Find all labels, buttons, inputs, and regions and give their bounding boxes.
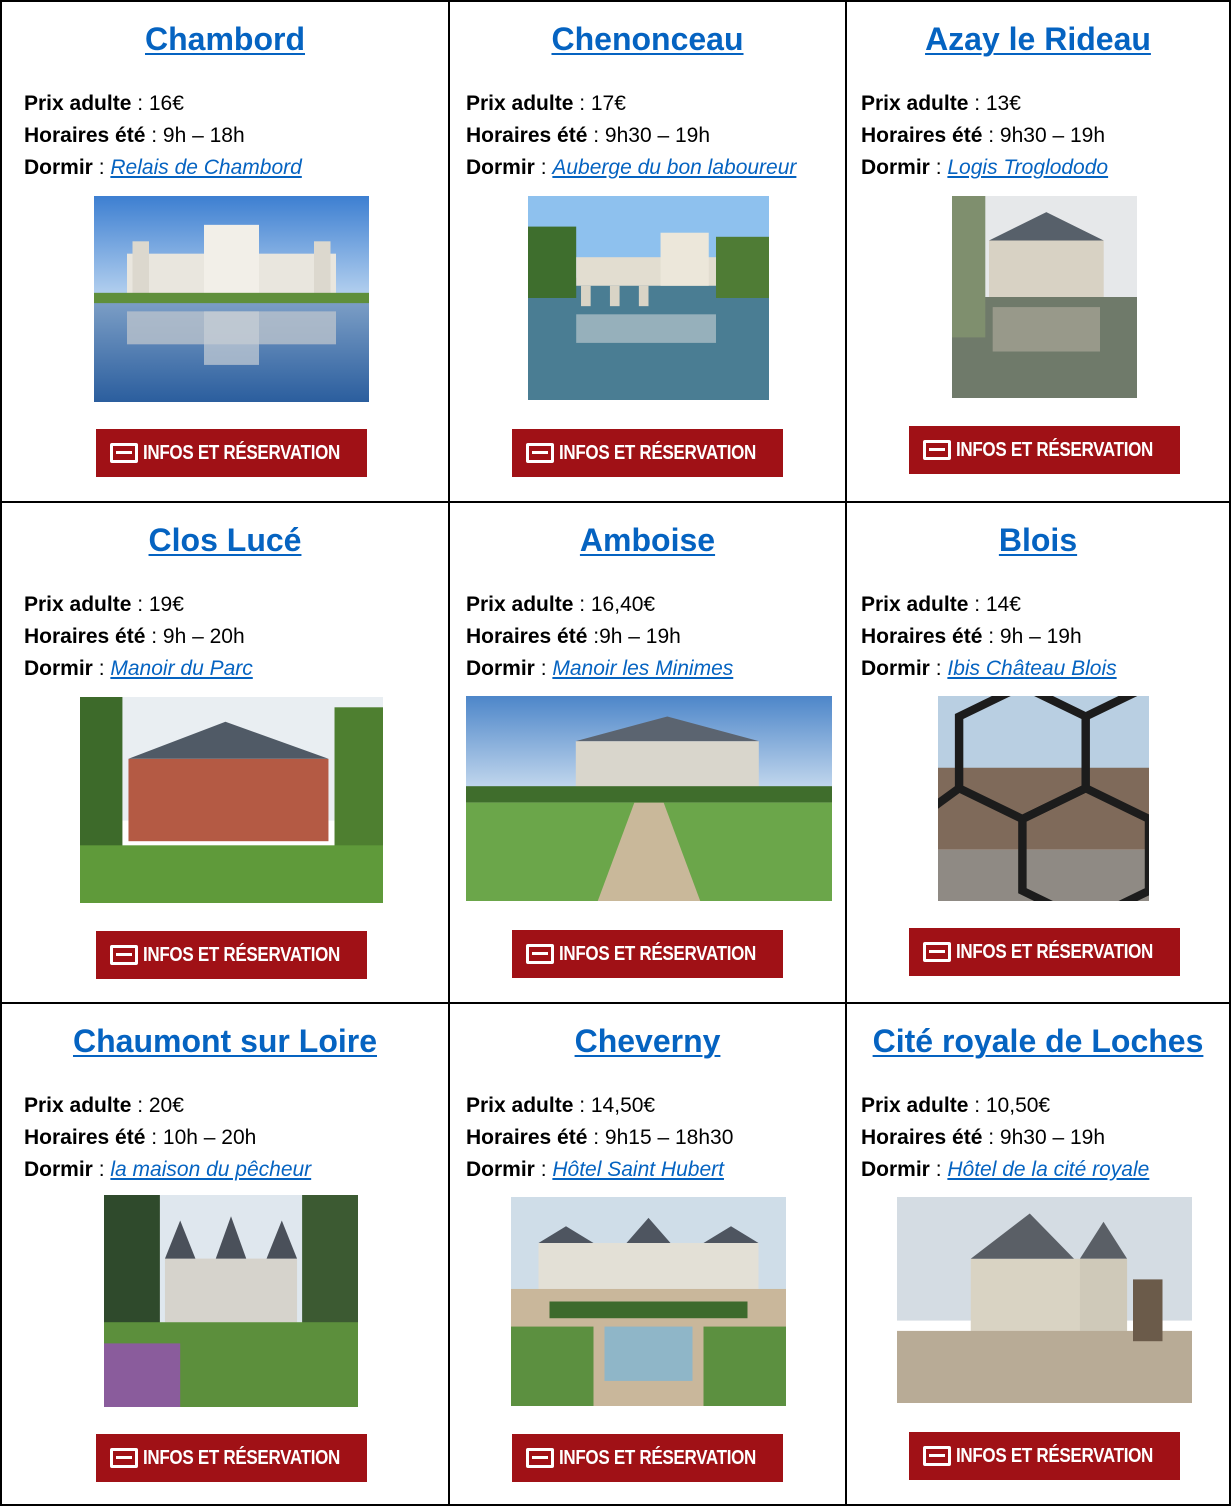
castle-title-link[interactable]: Clos Lucé: [149, 522, 302, 558]
hotel-link[interactable]: Logis Troglododo: [947, 156, 1108, 179]
infos-reservation-button[interactable]: INFOS ET RÉSERVATION: [909, 1432, 1180, 1480]
infos-reservation-button[interactable]: INFOS ET RÉSERVATION: [512, 429, 783, 477]
hotel-link[interactable]: Relais de Chambord: [110, 156, 301, 179]
ticket-icon: [110, 945, 138, 965]
castle-cell-chambord: Chambord Prix adulte : 16€ Horaires été …: [2, 2, 450, 503]
castle-photo: [104, 1195, 358, 1407]
ticket-icon: [923, 942, 951, 962]
castle-info: Prix adulte : 13€ Horaires été : 9h30 – …: [861, 92, 1109, 179]
castle-cell-clos-luce: Clos Lucé Prix adulte : 19€ Horaires été…: [2, 503, 450, 1004]
castle-title-link[interactable]: Chenonceau: [551, 21, 743, 57]
castle-photo: [80, 697, 383, 903]
hotel-link[interactable]: Ibis Château Blois: [947, 657, 1116, 680]
castle-cell-chaumont-sur-loire: Chaumont sur Loire Prix adulte : 20€ Hor…: [2, 1004, 450, 1504]
castle-info: Prix adulte : 16,40€ Horaires été :9h – …: [466, 593, 734, 680]
hotel-link[interactable]: Auberge du bon laboureur: [552, 156, 796, 179]
castle-title-link[interactable]: Azay le Rideau: [925, 21, 1151, 57]
ticket-icon: [526, 1448, 554, 1468]
ticket-icon: [526, 944, 554, 964]
infos-reservation-button[interactable]: INFOS ET RÉSERVATION: [909, 928, 1180, 976]
hotel-link[interactable]: la maison du pêcheur: [110, 1158, 311, 1181]
castle-photo: [952, 196, 1137, 398]
ticket-icon: [923, 1446, 951, 1466]
ticket-icon: [526, 443, 554, 463]
infos-reservation-button[interactable]: INFOS ET RÉSERVATION: [512, 930, 783, 978]
castle-cell-blois: Blois Prix adulte : 14€ Horaires été : 9…: [847, 503, 1229, 1004]
castle-info: Prix adulte : 19€ Horaires été : 9h – 20…: [24, 593, 253, 680]
castle-title-link[interactable]: Cheverny: [575, 1023, 721, 1059]
castle-info: Prix adulte : 14€ Horaires été : 9h – 19…: [861, 593, 1117, 680]
castle-title-link[interactable]: Amboise: [580, 522, 715, 558]
castles-table: Chambord Prix adulte : 16€ Horaires été …: [0, 0, 1231, 1506]
castle-cell-amboise: Amboise Prix adulte : 16,40€ Horaires ét…: [450, 503, 847, 1004]
infos-reservation-button[interactable]: INFOS ET RÉSERVATION: [512, 1434, 783, 1482]
castle-title-link[interactable]: Cité royale de Loches: [873, 1023, 1204, 1059]
castle-photo: [938, 696, 1149, 901]
castle-photo: [897, 1197, 1192, 1403]
castle-photo: [511, 1197, 786, 1406]
castle-info: Prix adulte : 20€ Horaires été : 10h – 2…: [24, 1094, 312, 1181]
castle-photo: [466, 696, 832, 901]
castle-photo: [94, 196, 369, 402]
infos-reservation-button[interactable]: INFOS ET RÉSERVATION: [96, 931, 367, 979]
castle-info: Prix adulte : 14,50€ Horaires été : 9h15…: [466, 1094, 734, 1181]
castle-title-link[interactable]: Chaumont sur Loire: [73, 1023, 377, 1059]
ticket-icon: [110, 1448, 138, 1468]
infos-reservation-button[interactable]: INFOS ET RÉSERVATION: [96, 1434, 367, 1482]
hotel-link[interactable]: Manoir les Minimes: [552, 657, 733, 680]
ticket-icon: [110, 443, 138, 463]
hotel-link[interactable]: Hôtel Saint Hubert: [552, 1158, 724, 1181]
infos-reservation-button[interactable]: INFOS ET RÉSERVATION: [909, 426, 1180, 474]
castle-cell-chenonceau: Chenonceau Prix adulte : 17€ Horaires ét…: [450, 2, 847, 503]
castle-title-link[interactable]: Chambord: [145, 21, 305, 57]
castle-title-link[interactable]: Blois: [999, 522, 1077, 558]
castle-cell-cite-royale-de-loches: Cité royale de Loches Prix adulte : 10,5…: [847, 1004, 1229, 1504]
ticket-icon: [923, 440, 951, 460]
castle-info: Prix adulte : 10,50€ Horaires été : 9h30…: [861, 1094, 1150, 1181]
hotel-link[interactable]: Hôtel de la cité royale: [947, 1158, 1149, 1181]
castle-cell-azay-le-rideau: Azay le Rideau Prix adulte : 13€ Horaire…: [847, 2, 1229, 503]
infos-reservation-button[interactable]: INFOS ET RÉSERVATION: [96, 429, 367, 477]
castle-info: Prix adulte : 16€ Horaires été : 9h – 18…: [24, 92, 302, 179]
castle-info: Prix adulte : 17€ Horaires été : 9h30 – …: [466, 92, 797, 179]
hotel-link[interactable]: Manoir du Parc: [110, 657, 252, 680]
castle-cell-cheverny: Cheverny Prix adulte : 14,50€ Horaires é…: [450, 1004, 847, 1504]
castle-photo: [528, 196, 769, 400]
